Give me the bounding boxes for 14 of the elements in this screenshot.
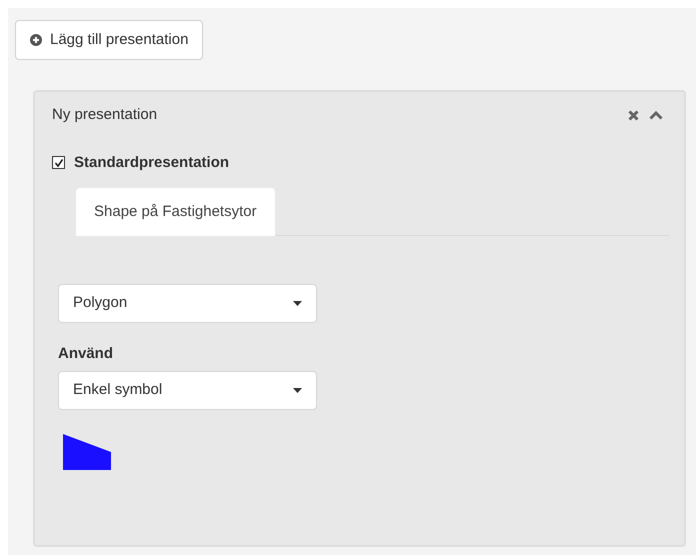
dropdown[interactable]: Polygon (58, 284, 317, 323)
tab[interactable]: Shape på Fastighetsytor (76, 188, 275, 236)
collapse-icon[interactable] (649, 110, 663, 120)
panel-title: Ny presentation (52, 105, 158, 125)
plus-circle-icon (30, 34, 42, 46)
close-icon[interactable] (628, 110, 639, 121)
checkbox[interactable] (52, 156, 65, 170)
caret-icon (293, 388, 302, 392)
caret-icon (293, 301, 302, 306)
polygon-symbol-icon (63, 434, 111, 470)
dropdown[interactable]: Enkel symbol (58, 370, 317, 410)
field-label: Använd (58, 344, 114, 364)
add-presentation-button[interactable]: Lägg till presentation (15, 20, 204, 60)
checkbox-label: Standardpresentation (74, 152, 230, 172)
